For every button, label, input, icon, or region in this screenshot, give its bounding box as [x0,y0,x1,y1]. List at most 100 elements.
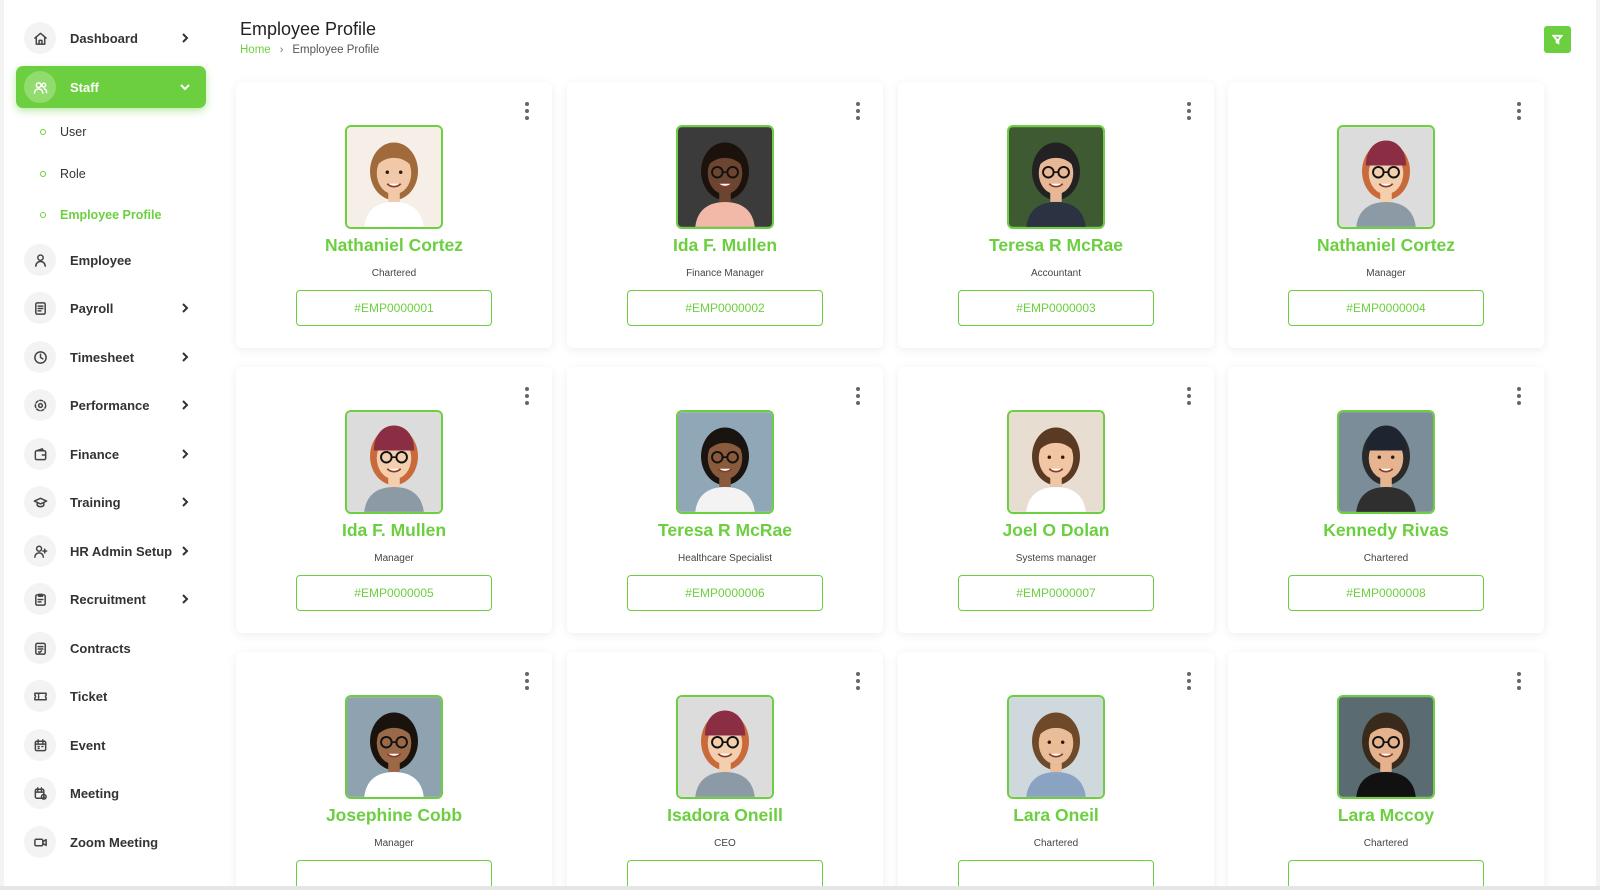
sidebar-item-label: Dashboard [70,30,138,46]
sidebar-item-recruitment[interactable]: Recruitment [16,578,206,620]
employee-name[interactable]: Ida F. Mullen [567,235,883,256]
chevron-right-icon [182,497,189,507]
more-options-icon[interactable] [853,387,863,405]
sidebar-item-employee[interactable]: Employee [16,239,206,281]
more-options-icon[interactable] [1514,672,1524,690]
employee-id-button[interactable]: #EMP0000001 [296,290,492,326]
employee-id-button[interactable]: #EMP0000004 [1288,290,1484,326]
more-options-icon[interactable] [522,672,532,690]
employee-card[interactable]: Teresa R McRae Accountant #EMP0000003 [898,82,1214,348]
employee-card[interactable]: Kennedy Rivas Chartered #EMP0000008 [1228,367,1544,633]
employee-role: Manager [374,553,414,564]
users-icon [24,71,56,103]
employee-role: Healthcare Specialist [678,553,772,564]
more-options-icon[interactable] [522,102,532,120]
sidebar-subitem-user[interactable]: User [40,121,86,143]
sidebar-subitem-role[interactable]: Role [40,163,86,185]
ticket-icon [24,680,56,712]
employee-name[interactable]: Teresa R McRae [898,235,1214,256]
employee-card[interactable]: Nathaniel Cortez Manager #EMP0000004 [1228,82,1544,348]
graduation-cap-icon [24,486,56,518]
employee-name[interactable]: Kennedy Rivas [1228,520,1544,541]
employee-name[interactable]: Teresa R McRae [567,520,883,541]
sidebar-item-hr-admin-setup[interactable]: HR Admin Setup [16,530,206,572]
employee-name[interactable]: Nathaniel Cortez [236,235,552,256]
sidebar-item-label: Zoom Meeting [70,834,159,850]
user-plus-icon [24,535,56,567]
employee-avatar [676,410,774,514]
employee-card[interactable]: Lara Oneil Chartered [898,652,1214,886]
employee-role: Accountant [1030,268,1082,279]
employee-id-button[interactable] [958,860,1154,886]
home-icon [24,22,56,54]
more-options-icon[interactable] [522,387,532,405]
sidebar-item-zoom-meeting[interactable]: Zoom Meeting [16,821,206,863]
employee-id-button[interactable]: #EMP0000003 [958,290,1154,326]
employee-name[interactable]: Lara Mccoy [1228,805,1544,826]
employee-id-button[interactable] [296,860,492,886]
sidebar-item-event[interactable]: Event [16,724,206,766]
employee-name[interactable]: Joel O Dolan [898,520,1214,541]
chevron-right-icon [182,400,189,410]
user-icon [24,244,56,276]
more-options-icon[interactable] [1514,387,1524,405]
sidebar-item-dashboard[interactable]: Dashboard [16,17,206,59]
sidebar-item-label: Performance [70,397,150,413]
employee-id-button[interactable] [627,860,823,886]
sidebar-item-training[interactable]: Training [16,481,206,523]
filter-button[interactable] [1544,26,1571,53]
employee-id-button[interactable]: #EMP0000005 [296,575,492,611]
employee-card[interactable]: Josephine Cobb Manager [236,652,552,886]
breadcrumb-current: Employee Profile [292,44,380,56]
employee-name[interactable]: Isadora Oneill [567,805,883,826]
employee-name[interactable]: Lara Oneil [898,805,1214,826]
employee-card[interactable]: Joel O Dolan Systems manager #EMP0000007 [898,367,1214,633]
employee-id-button[interactable]: #EMP0000006 [627,575,823,611]
sidebar-item-performance[interactable]: Performance [16,384,206,426]
employee-id-button[interactable] [1288,860,1484,886]
breadcrumb: Home › Employee Profile [240,44,379,56]
employee-card[interactable]: Nathaniel Cortez Chartered #EMP0000001 [236,82,552,348]
chevron-right-icon: › [279,44,284,56]
more-options-icon[interactable] [1514,102,1524,120]
employee-card[interactable]: Lara Mccoy Chartered [1228,652,1544,886]
avatar-portrait [1339,127,1433,227]
more-options-icon[interactable] [1184,672,1194,690]
more-options-icon[interactable] [853,102,863,120]
sidebar-item-label: Employee [70,252,132,268]
employee-avatar [676,695,774,799]
employee-card[interactable]: Teresa R McRae Healthcare Specialist #EM… [567,367,883,633]
employee-id-button[interactable]: #EMP0000002 [627,290,823,326]
more-options-icon[interactable] [853,672,863,690]
sidebar-item-finance[interactable]: Finance [16,433,206,475]
employee-id-button[interactable]: #EMP0000007 [958,575,1154,611]
sidebar-item-ticket[interactable]: Ticket [16,675,206,717]
sidebar: Dashboard Staff User Role Employee Profi… [4,0,220,886]
bullet-icon [40,171,46,177]
sidebar-item-contracts[interactable]: Contracts [16,627,206,669]
sidebar-item-payroll[interactable]: Payroll [16,287,206,329]
employee-role: Chartered [1033,838,1079,849]
sidebar-item-timesheet[interactable]: Timesheet [16,336,206,378]
chevron-right-icon [182,303,189,313]
employee-role: Manager [374,838,414,849]
more-options-icon[interactable] [1184,102,1194,120]
employee-avatar [1337,125,1435,229]
more-options-icon[interactable] [1184,387,1194,405]
sidebar-item-label: HR Admin Setup [70,543,173,559]
employee-avatar [1007,695,1105,799]
employee-card[interactable]: Isadora Oneill CEO [567,652,883,886]
sidebar-subitem-employee-profile[interactable]: Employee Profile [40,204,161,226]
employee-id-button[interactable]: #EMP0000008 [1288,575,1484,611]
employee-name[interactable]: Ida F. Mullen [236,520,552,541]
employee-card[interactable]: Ida F. Mullen Manager #EMP0000005 [236,367,552,633]
sidebar-item-label: Ticket [70,688,108,704]
breadcrumb-home-link[interactable]: Home [240,44,271,56]
employee-name[interactable]: Nathaniel Cortez [1228,235,1544,256]
employee-name[interactable]: Josephine Cobb [236,805,552,826]
employee-card[interactable]: Ida F. Mullen Finance Manager #EMP000000… [567,82,883,348]
sidebar-item-meeting[interactable]: Meeting [16,772,206,814]
sidebar-item-label: Training [70,494,121,510]
sidebar-item-staff[interactable]: Staff [16,66,206,108]
chevron-right-icon [182,33,189,43]
